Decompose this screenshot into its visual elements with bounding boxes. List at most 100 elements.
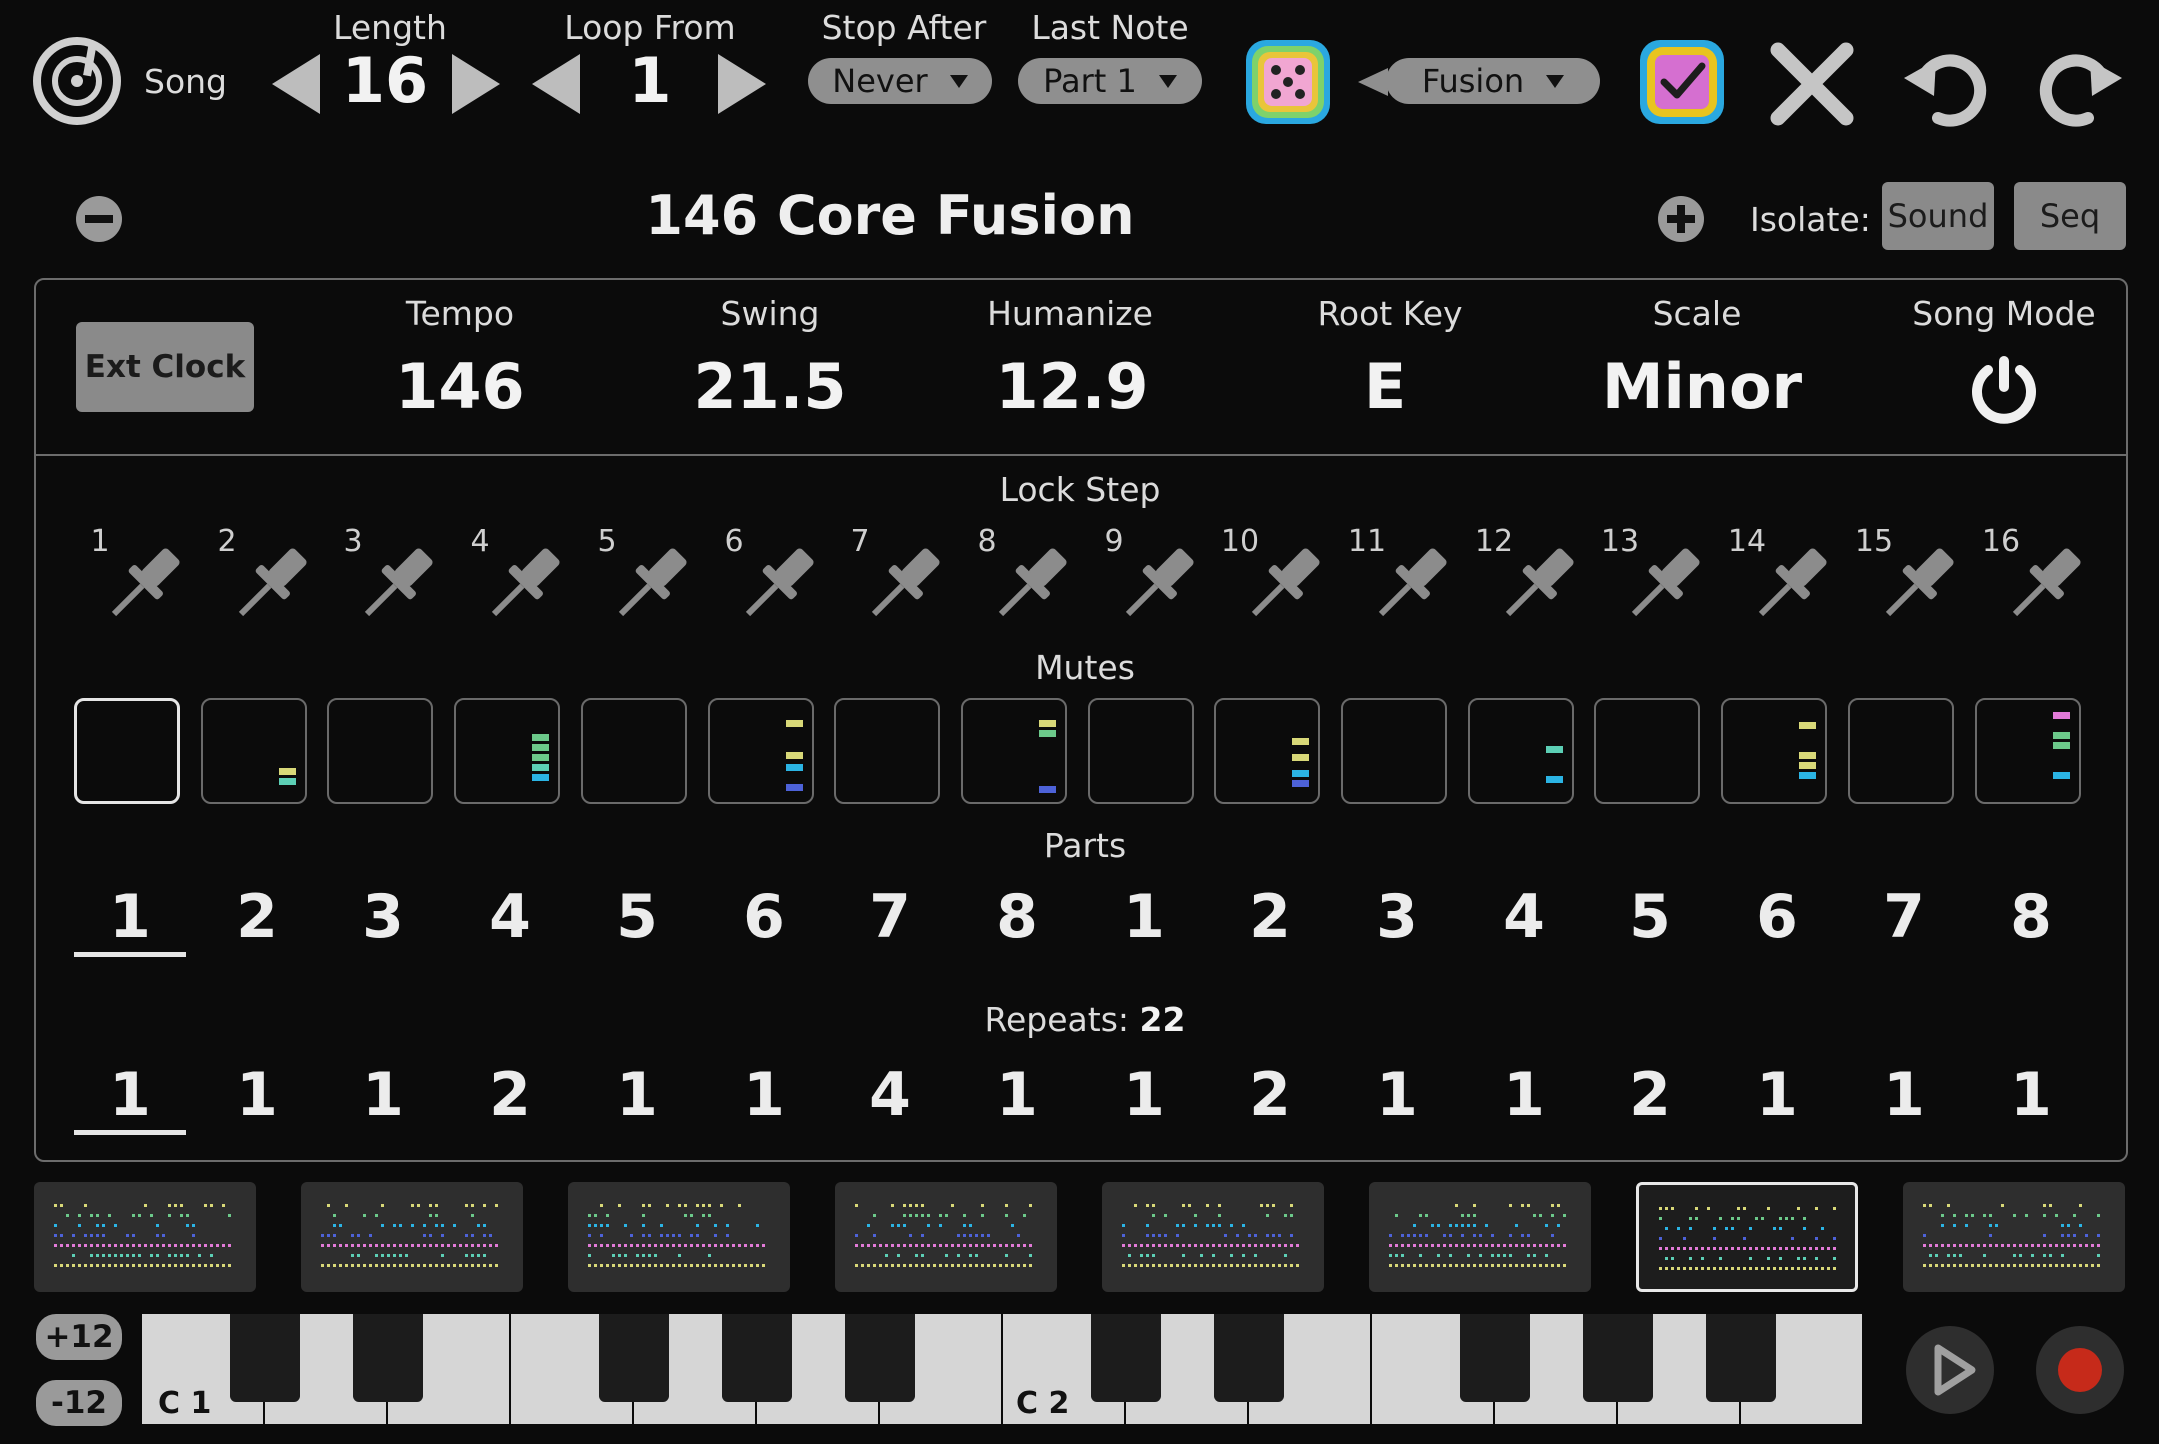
black-key[interactable]	[599, 1314, 669, 1402]
humanize-value[interactable]: 12.9	[972, 350, 1172, 423]
mute-toggle[interactable]	[834, 698, 940, 804]
mute-toggle[interactable]	[74, 698, 180, 804]
octave-up-button[interactable]: +12	[36, 1314, 122, 1360]
lock-step-pin[interactable]: 3	[333, 524, 443, 634]
pattern-thumbnail[interactable]	[568, 1182, 790, 1292]
tempo-value[interactable]: 146	[360, 350, 560, 423]
remove-song-icon[interactable]	[74, 194, 124, 248]
lock-step-pin[interactable]: 4	[460, 524, 570, 634]
repeat-count[interactable]: 1	[1089, 1060, 1199, 1130]
mute-toggle[interactable]	[961, 698, 1067, 804]
part-selector[interactable]: 6	[1722, 882, 1832, 952]
octave-down-button[interactable]: -12	[36, 1380, 122, 1426]
mute-toggle[interactable]	[201, 698, 307, 804]
lock-step-pin[interactable]: 7	[840, 524, 950, 634]
repeat-count[interactable]: 1	[328, 1060, 438, 1130]
dice-icon[interactable]	[1242, 36, 1334, 132]
lock-step-pin[interactable]: 8	[967, 524, 1077, 634]
record-button[interactable]	[2034, 1324, 2126, 1420]
repeat-count[interactable]: 1	[1849, 1060, 1959, 1130]
part-selector[interactable]: 8	[962, 882, 1072, 952]
redo-icon[interactable]	[2036, 40, 2126, 134]
repeat-count[interactable]: 1	[1342, 1060, 1452, 1130]
repeat-count[interactable]: 1	[962, 1060, 1072, 1130]
part-selector[interactable]: 8	[1976, 882, 2086, 952]
black-key[interactable]	[722, 1314, 792, 1402]
repeat-count[interactable]: 1	[709, 1060, 819, 1130]
part-selector[interactable]: 2	[202, 882, 312, 952]
repeat-count[interactable]: 4	[835, 1060, 945, 1130]
lock-step-pin[interactable]: 12	[1474, 524, 1584, 634]
lock-step-pin[interactable]: 11	[1347, 524, 1457, 634]
part-selector[interactable]: 7	[835, 882, 945, 952]
mute-toggle[interactable]	[1468, 698, 1574, 804]
black-key[interactable]	[230, 1314, 300, 1402]
pattern-thumbnail[interactable]	[1102, 1182, 1324, 1292]
repeat-count[interactable]: 2	[1215, 1060, 1325, 1130]
loop-from-increment-icon[interactable]	[718, 54, 766, 114]
part-selector[interactable]: 3	[1342, 882, 1452, 952]
mute-toggle[interactable]	[1594, 698, 1700, 804]
mute-toggle[interactable]	[1848, 698, 1954, 804]
mute-toggle[interactable]	[1975, 698, 2081, 804]
checkbox-icon[interactable]	[1636, 36, 1728, 132]
isolate-sound-button[interactable]: Sound	[1882, 182, 1994, 250]
pattern-thumbnail[interactable]	[1903, 1182, 2125, 1292]
lock-step-pin[interactable]: 13	[1600, 524, 1710, 634]
repeat-count[interactable]: 1	[1469, 1060, 1579, 1130]
repeat-count[interactable]: 1	[582, 1060, 692, 1130]
lock-step-pin[interactable]: 1	[80, 524, 190, 634]
root-key-value[interactable]: E	[1285, 350, 1485, 423]
part-selector[interactable]: 1	[75, 882, 185, 952]
repeat-count[interactable]: 1	[75, 1060, 185, 1130]
lock-step-pin[interactable]: 15	[1854, 524, 1964, 634]
black-key[interactable]	[1460, 1314, 1530, 1402]
power-icon[interactable]	[1966, 352, 2042, 432]
pattern-thumbnail[interactable]	[1636, 1182, 1858, 1292]
add-song-icon[interactable]	[1656, 194, 1706, 248]
play-button[interactable]	[1904, 1324, 1996, 1420]
black-key[interactable]	[845, 1314, 915, 1402]
part-selector[interactable]: 2	[1215, 882, 1325, 952]
last-note-dropdown[interactable]: Part 1	[1018, 58, 1202, 104]
length-increment-icon[interactable]	[452, 54, 500, 114]
part-selector[interactable]: 1	[1089, 882, 1199, 952]
pattern-thumbnail[interactable]	[34, 1182, 256, 1292]
lock-step-pin[interactable]: 16	[1981, 524, 2091, 634]
part-selector[interactable]: 4	[1469, 882, 1579, 952]
mute-toggle[interactable]	[1214, 698, 1320, 804]
mute-toggle[interactable]	[1088, 698, 1194, 804]
repeat-count[interactable]: 2	[455, 1060, 565, 1130]
repeat-count[interactable]: 1	[202, 1060, 312, 1130]
part-selector[interactable]: 5	[1595, 882, 1705, 952]
part-selector[interactable]: 4	[455, 882, 565, 952]
scale-value[interactable]: Minor	[1597, 350, 1807, 423]
mute-toggle[interactable]	[1721, 698, 1827, 804]
lock-step-pin[interactable]: 14	[1727, 524, 1837, 634]
part-selector[interactable]: 6	[709, 882, 819, 952]
lock-step-pin[interactable]: 6	[714, 524, 824, 634]
swing-value[interactable]: 21.5	[670, 350, 870, 423]
black-key[interactable]	[1214, 1314, 1284, 1402]
loop-from-decrement-icon[interactable]	[532, 54, 580, 114]
lock-step-pin[interactable]: 5	[587, 524, 697, 634]
mute-toggle[interactable]	[708, 698, 814, 804]
repeat-count[interactable]: 1	[1976, 1060, 2086, 1130]
lock-step-pin[interactable]: 10	[1220, 524, 1330, 634]
piano-keyboard[interactable]	[142, 1314, 1864, 1424]
pattern-thumbnail[interactable]	[301, 1182, 523, 1292]
part-selector[interactable]: 5	[582, 882, 692, 952]
mute-toggle[interactable]	[581, 698, 687, 804]
black-key[interactable]	[1706, 1314, 1776, 1402]
stop-after-dropdown[interactable]: Never	[808, 58, 992, 104]
length-decrement-icon[interactable]	[272, 54, 320, 114]
pattern-thumbnail[interactable]	[1369, 1182, 1591, 1292]
undo-icon[interactable]	[1900, 40, 1990, 134]
black-key[interactable]	[1091, 1314, 1161, 1402]
style-dropdown[interactable]: Fusion	[1386, 58, 1600, 104]
isolate-seq-button[interactable]: Seq	[2014, 182, 2126, 250]
black-key[interactable]	[1583, 1314, 1653, 1402]
mute-toggle[interactable]	[327, 698, 433, 804]
mute-toggle[interactable]	[454, 698, 560, 804]
pattern-thumbnail[interactable]	[835, 1182, 1057, 1292]
